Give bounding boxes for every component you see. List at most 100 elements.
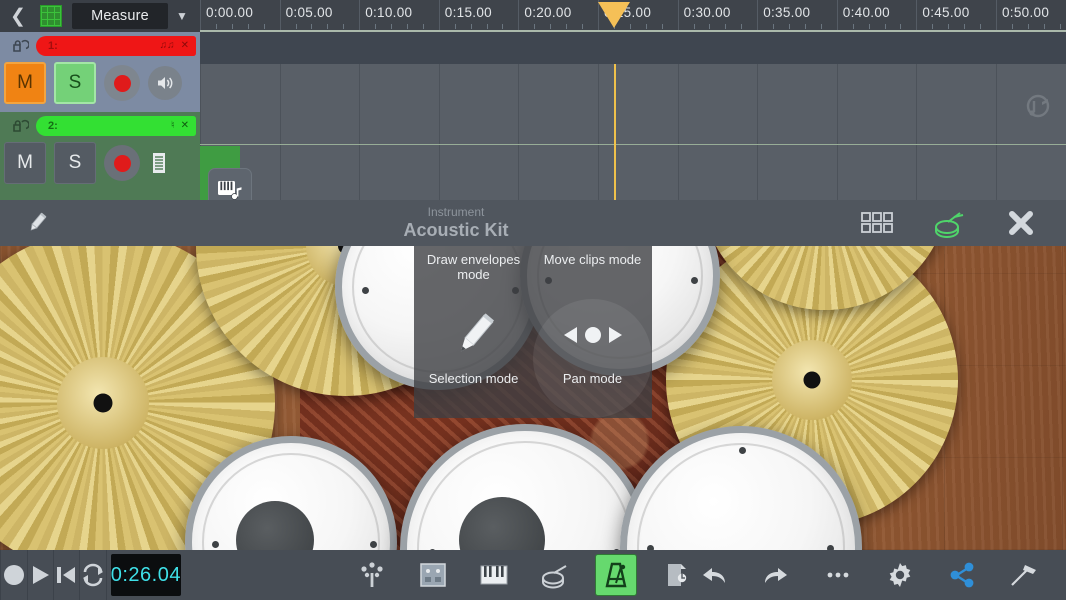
- ruler-minor-tick: [804, 24, 806, 29]
- instrument-label-top: Instrument: [427, 205, 485, 220]
- track-area: 1: ♫♫ ✕ M S 2: ♮ ✕ M S: [0, 32, 1066, 232]
- solo-button-2[interactable]: S: [54, 142, 96, 184]
- ruler-tick-label: 0:40.00: [842, 5, 890, 20]
- metronome-icon[interactable]: [594, 554, 637, 596]
- bottom-transport-bar: 0:26.04: [0, 550, 1066, 600]
- solo-button-1[interactable]: S: [54, 62, 96, 104]
- top-toolbar-left: ❮ Measure ▼: [0, 0, 200, 32]
- ruler-tick-label: 0:30.00: [683, 5, 731, 20]
- ruler-minor-tick: [215, 24, 217, 29]
- play-button[interactable]: [28, 550, 54, 600]
- mode-pan[interactable]: Pan mode: [533, 299, 652, 418]
- grid-view-icon[interactable]: [38, 3, 64, 29]
- ruler-tick-label: 0:00.00: [206, 5, 254, 20]
- record-button[interactable]: [0, 550, 28, 600]
- pan-arrows-icon: [563, 299, 623, 371]
- ruler-minor-tick: [295, 24, 297, 29]
- drum-kit-icon[interactable]: [932, 206, 966, 240]
- record-icon: [113, 154, 131, 172]
- record-arm-button-1[interactable]: [104, 65, 140, 101]
- drum-kit-icon[interactable]: [534, 554, 576, 596]
- ruler-tick-label: 0:10.00: [365, 5, 413, 20]
- ruler-minor-tick: [693, 24, 695, 29]
- back-icon[interactable]: ❮: [0, 0, 36, 32]
- ruler-minor-tick: [820, 24, 822, 29]
- synth-icon[interactable]: [351, 554, 393, 596]
- instrument-selector-bar: [351, 554, 698, 596]
- daw-app-window: ❮ Measure ▼ 0:00.00 0:05.00 0:10.00 0:15.00…: [0, 0, 1066, 600]
- ruler-minor-tick: [645, 24, 647, 29]
- track-buttons-2: M S: [4, 142, 170, 184]
- instrument-label-name: Acoustic Kit: [403, 219, 509, 240]
- speaker-icon[interactable]: [148, 66, 182, 100]
- mode-move-clips-label: Move clips mode: [543, 252, 642, 267]
- instrument-toolbar: Instrument Acoustic Kit: [0, 200, 1066, 246]
- ruler-minor-tick: [311, 24, 313, 29]
- close-icon[interactable]: ✕: [181, 121, 189, 131]
- piano-icon[interactable]: ♮: [171, 121, 175, 131]
- ruler-minor-tick: [773, 24, 775, 29]
- undo-icon[interactable]: [698, 559, 730, 591]
- track-header-2[interactable]: 2: ♮ ✕ M S: [0, 112, 200, 200]
- audio-wave-icon[interactable]: ♫♫: [160, 41, 175, 51]
- skip-to-start-button[interactable]: [54, 550, 80, 600]
- ruler-minor-tick: [884, 24, 886, 29]
- ruler-minor-tick: [661, 24, 663, 29]
- edit-mode-popup[interactable]: Draw envelopes mode Move clips mode Sele…: [414, 246, 652, 418]
- measure-mode-button[interactable]: Measure: [72, 3, 168, 29]
- track-buttons-1: M S: [4, 62, 182, 104]
- ruler-minor-tick: [263, 24, 265, 29]
- ruler-minor-tick: [470, 24, 472, 29]
- pencil-icon[interactable]: [22, 208, 52, 238]
- ruler-minor-tick: [980, 24, 982, 29]
- mute-button-2[interactable]: M: [4, 142, 46, 184]
- piano-icon[interactable]: [473, 554, 515, 596]
- timeline-ruler[interactable]: 0:00.00 0:05.00 0:10.00 0:15.00 0:20.00 0:25.…: [200, 0, 1066, 32]
- playhead-handle[interactable]: [598, 2, 630, 28]
- drum-kit-stage[interactable]: Draw envelopes mode Move clips mode Sele…: [0, 246, 1066, 550]
- ruler-minor-tick: [582, 24, 584, 29]
- share-icon[interactable]: [946, 559, 978, 591]
- ruler-minor-tick: [948, 24, 950, 29]
- lock-icon[interactable]: [9, 116, 31, 136]
- ruler-minor-tick: [709, 24, 711, 29]
- automation-icon[interactable]: [656, 554, 698, 596]
- ruler-minor-tick: [534, 24, 536, 29]
- ruler-minor-tick: [566, 24, 568, 29]
- ruler-minor-tick: [789, 24, 791, 29]
- ruler-minor-tick: [932, 24, 934, 29]
- sampler-icon[interactable]: [412, 554, 454, 596]
- mute-button-1[interactable]: M: [4, 62, 46, 104]
- gear-icon[interactable]: [884, 559, 916, 591]
- track-header-1[interactable]: 1: ♫♫ ✕ M S: [0, 32, 200, 112]
- more-options-icon[interactable]: [822, 559, 854, 591]
- close-icon[interactable]: [1004, 206, 1038, 240]
- list-icon[interactable]: [148, 150, 170, 176]
- ruler-minor-tick: [1043, 24, 1045, 29]
- hammer-tools-icon[interactable]: [1008, 559, 1040, 591]
- record-arm-button-2[interactable]: [104, 145, 140, 181]
- chevron-down-icon[interactable]: ▼: [168, 9, 196, 23]
- track-name-bar-1[interactable]: 1: ♫♫ ✕: [36, 36, 196, 56]
- ruler-minor-tick: [343, 24, 345, 29]
- mode-move-clips[interactable]: Move clips mode: [533, 246, 652, 299]
- instrument-name-label: Instrument Acoustic Kit: [403, 205, 509, 240]
- close-icon[interactable]: ✕: [181, 41, 189, 51]
- time-display[interactable]: 0:26.04: [110, 554, 181, 596]
- instrument-toolbar-right: [860, 206, 1066, 240]
- lock-icon[interactable]: [9, 36, 31, 56]
- music-note-watermark-icon: [1022, 92, 1058, 128]
- ruler-minor-tick: [231, 24, 233, 29]
- track-name-bar-2[interactable]: 2: ♮ ✕: [36, 116, 196, 136]
- ruler-minor-tick: [247, 24, 249, 29]
- mode-selection[interactable]: Selection mode: [414, 299, 533, 418]
- loop-button[interactable]: [80, 550, 107, 600]
- ruler-minor-tick: [852, 24, 854, 29]
- pads-grid-icon[interactable]: [860, 206, 894, 240]
- ruler-minor-tick: [327, 24, 329, 29]
- ruler-tick-label: 0:20.00: [524, 5, 572, 20]
- mode-draw-envelopes[interactable]: Draw envelopes mode: [414, 246, 533, 299]
- ruler-minor-tick: [964, 24, 966, 29]
- lane-separator: [200, 144, 1066, 145]
- redo-icon[interactable]: [760, 559, 792, 591]
